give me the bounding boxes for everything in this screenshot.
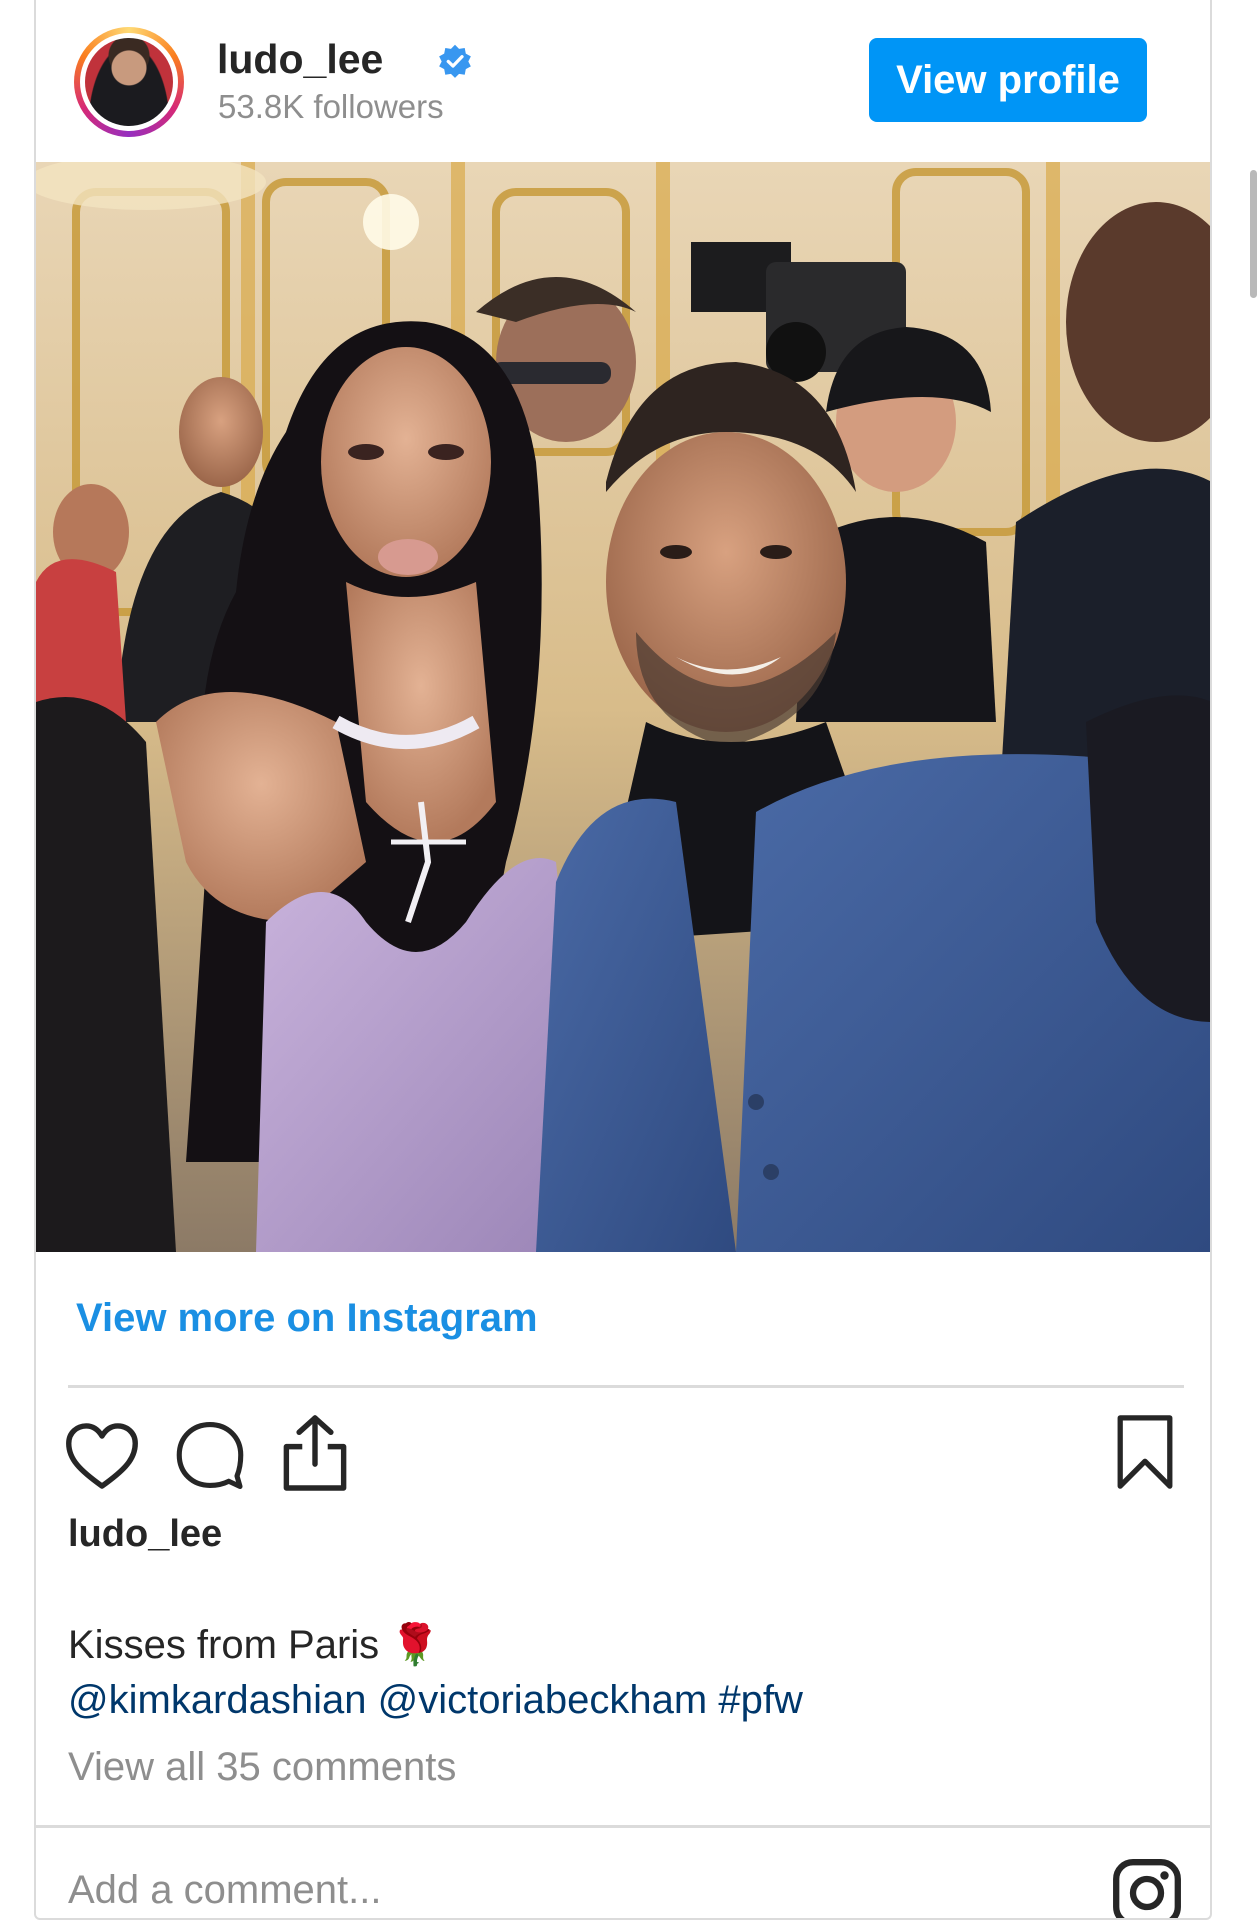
action-bar [36,1405,1210,1495]
avatar-image [85,38,173,126]
verified-badge-icon [439,44,471,78]
heart-icon[interactable] [64,1421,140,1491]
instagram-logo-icon[interactable] [1112,1858,1182,1920]
caption-text: Kisses from Paris 🌹 [68,1623,441,1667]
caption-username[interactable]: ludo_lee [68,1513,222,1556]
post-caption: Kisses from Paris 🌹 @kimkardashian @vict… [68,1618,1168,1728]
divider [68,1385,1184,1388]
comment-bubble-icon[interactable] [174,1419,246,1491]
post-header: ludo_lee 53.8K followers View profile [36,0,1210,160]
add-comment-input[interactable]: Add a comment... [68,1868,381,1913]
view-profile-button[interactable]: View profile [869,38,1147,122]
view-more-on-instagram-link[interactable]: View more on Instagram [76,1296,538,1341]
follower-count: 53.8K followers [218,88,444,125]
view-all-comments-link[interactable]: View all 35 comments [68,1745,456,1790]
profile-avatar[interactable] [74,27,184,137]
header-username[interactable]: ludo_lee [217,36,383,83]
share-icon[interactable] [280,1413,350,1493]
instagram-embed-card: ludo_lee 53.8K followers View profile Vi… [34,0,1212,1920]
divider [36,1825,1210,1828]
caption-tags[interactable]: @kimkardashian @victoriabeckham #pfw [68,1673,1168,1728]
post-image [36,162,1210,1252]
bookmark-icon[interactable] [1114,1413,1176,1491]
scrollbar-thumb[interactable] [1250,170,1257,298]
post-photo[interactable] [36,162,1210,1252]
